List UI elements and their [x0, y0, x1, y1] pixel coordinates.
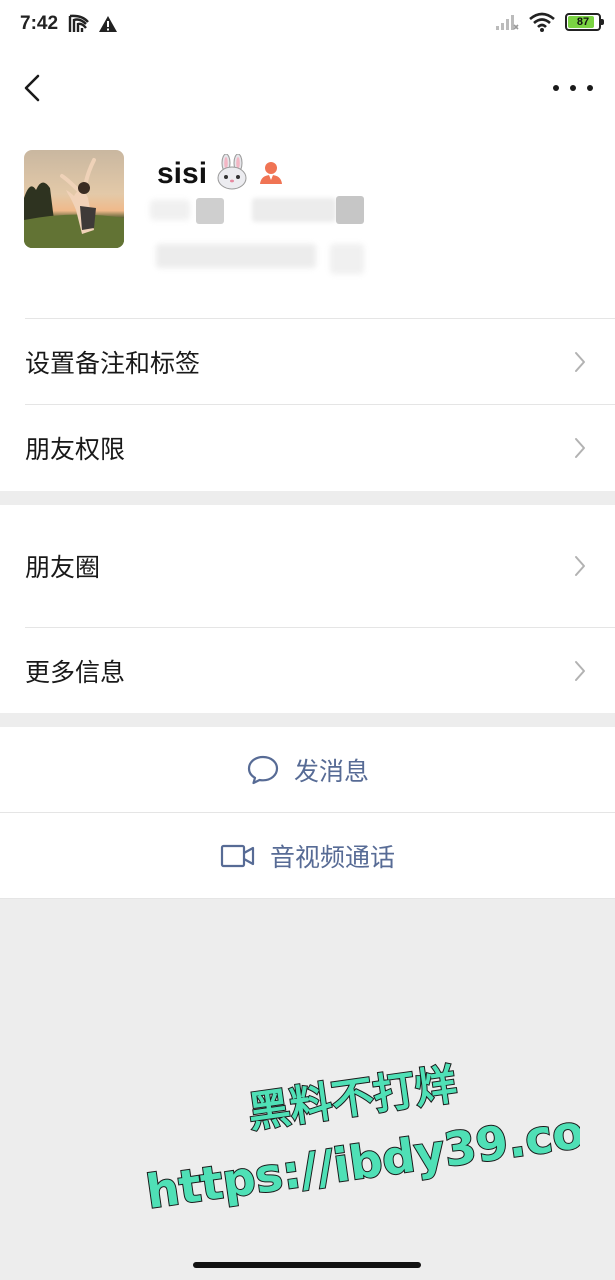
contact-badge	[257, 158, 285, 190]
profile-name: sisi	[157, 157, 208, 190]
redacted-info-line	[252, 198, 336, 222]
more-button[interactable]	[553, 72, 593, 104]
redacted-info-line	[150, 200, 190, 220]
battery-icon: 87	[565, 13, 604, 31]
video-call-button[interactable]: 音视频通话	[0, 813, 615, 898]
chevron-right-icon	[575, 660, 585, 681]
wifi-icon	[529, 12, 555, 32]
chat-bubble-icon	[247, 755, 279, 784]
name-emoji	[213, 153, 251, 194]
more-dot	[570, 85, 576, 91]
chevron-right-icon	[575, 352, 585, 372]
chevron-right-icon	[575, 556, 585, 576]
redacted-info-line	[336, 196, 364, 224]
profile-header: sisi	[0, 126, 615, 319]
signal-strength-icon	[68, 14, 89, 32]
redacted-info-line	[196, 198, 224, 224]
status-bar: 7:42 87	[0, 0, 615, 50]
menu-group-2: 朋友圈 更多信息	[0, 505, 615, 713]
row-set-remarks-tags[interactable]: 设置备注和标签	[0, 319, 615, 405]
cellular-signal-icon	[496, 15, 519, 30]
video-call-label: 音视频通话	[269, 842, 395, 872]
chevron-left-icon	[24, 74, 40, 102]
status-time: 7:42	[20, 13, 59, 34]
send-message-label: 发消息	[293, 756, 369, 786]
redacted-info-line	[330, 244, 364, 274]
status-right-icons: 87	[495, 12, 604, 32]
row-label: 朋友权限	[25, 435, 126, 464]
warning-icon	[99, 16, 117, 32]
row-label: 更多信息	[25, 657, 126, 687]
contact-person-icon	[260, 162, 283, 184]
menu-group-1: 设置备注和标签 朋友权限	[0, 318, 615, 491]
more-dot	[587, 85, 593, 91]
avatar[interactable]	[24, 150, 124, 248]
rabbit-emoji-icon	[217, 153, 247, 190]
nav-bar	[0, 50, 615, 126]
row-more-info[interactable]: 更多信息	[0, 628, 615, 713]
status-left-icons	[68, 14, 118, 34]
row-label: 设置备注和标签	[25, 349, 201, 378]
more-dot	[553, 85, 559, 91]
send-message-button[interactable]: 发消息	[0, 727, 615, 812]
divider	[0, 898, 615, 899]
row-moments[interactable]: 朋友圈	[0, 505, 615, 627]
avatar-image	[24, 150, 124, 248]
video-camera-icon	[220, 844, 255, 867]
watermark: 黑料不打烊 https://ibdy39.com	[142, 1058, 580, 1210]
row-label: 朋友圈	[25, 553, 101, 582]
name-row: sisi	[157, 153, 285, 194]
redacted-info-line	[156, 244, 316, 268]
battery-level: 87	[576, 16, 590, 28]
chevron-right-icon	[575, 438, 585, 458]
back-button[interactable]	[16, 70, 52, 106]
home-indicator[interactable]	[193, 1262, 421, 1268]
row-friend-permissions[interactable]: 朋友权限	[0, 405, 615, 491]
